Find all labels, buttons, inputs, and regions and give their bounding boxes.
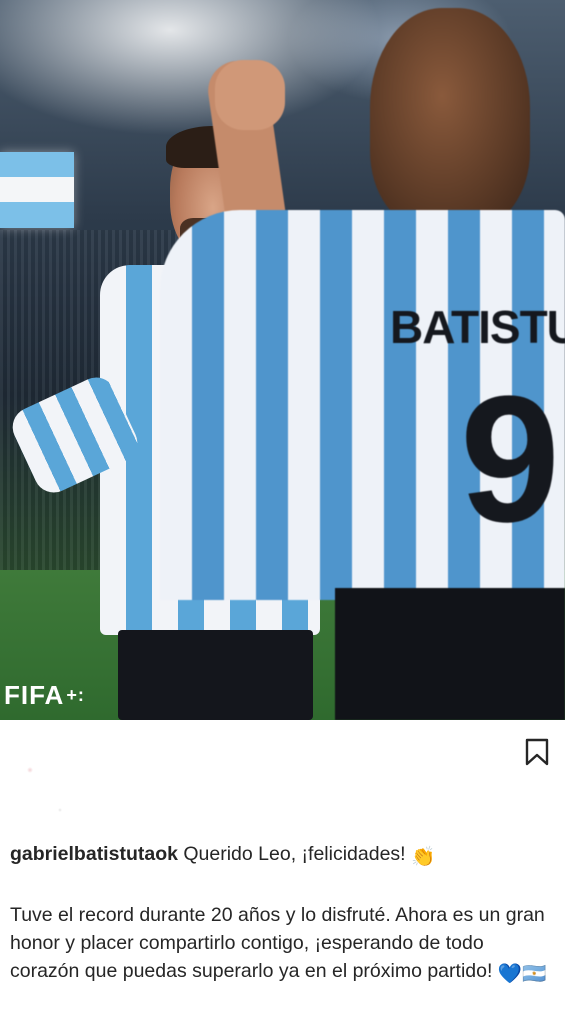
faint-artifacts	[20, 740, 100, 820]
caption-greeting: Querido Leo, ¡felicidades!	[183, 843, 406, 865]
fifa-watermark-text: FIFA	[4, 680, 65, 710]
jersey-name: BATISTUTA	[390, 301, 565, 353]
caption-username[interactable]: gabrielbatistutaok	[10, 843, 178, 865]
player-hair-long	[370, 8, 530, 228]
post-action-bar	[0, 720, 565, 830]
bookmark-icon[interactable]	[524, 738, 550, 766]
post-image[interactable]: BATISTUTA 9 FIFA+:	[0, 0, 565, 720]
shorts-right	[335, 588, 565, 720]
post-caption: gabrielbatistutaok Querido Leo, ¡felicid…	[10, 840, 555, 988]
heart-flag-emoji: 💙🇦🇷	[497, 963, 547, 985]
fifa-watermark-mark: +:	[66, 685, 85, 705]
clapping-hands-emoji: 👏	[411, 846, 436, 868]
caption-body-text: Tuve el record durante 20 años y lo disf…	[10, 904, 545, 982]
caption-first-line: gabrielbatistutaok Querido Leo, ¡felicid…	[10, 840, 555, 871]
fifa-watermark: FIFA +:	[4, 680, 85, 711]
raised-fist	[215, 60, 285, 130]
player-batistuta: BATISTUTA 9	[160, 0, 565, 720]
jersey-number: 9	[460, 359, 561, 560]
caption-body: Tuve el record durante 20 años y lo disf…	[10, 901, 555, 988]
